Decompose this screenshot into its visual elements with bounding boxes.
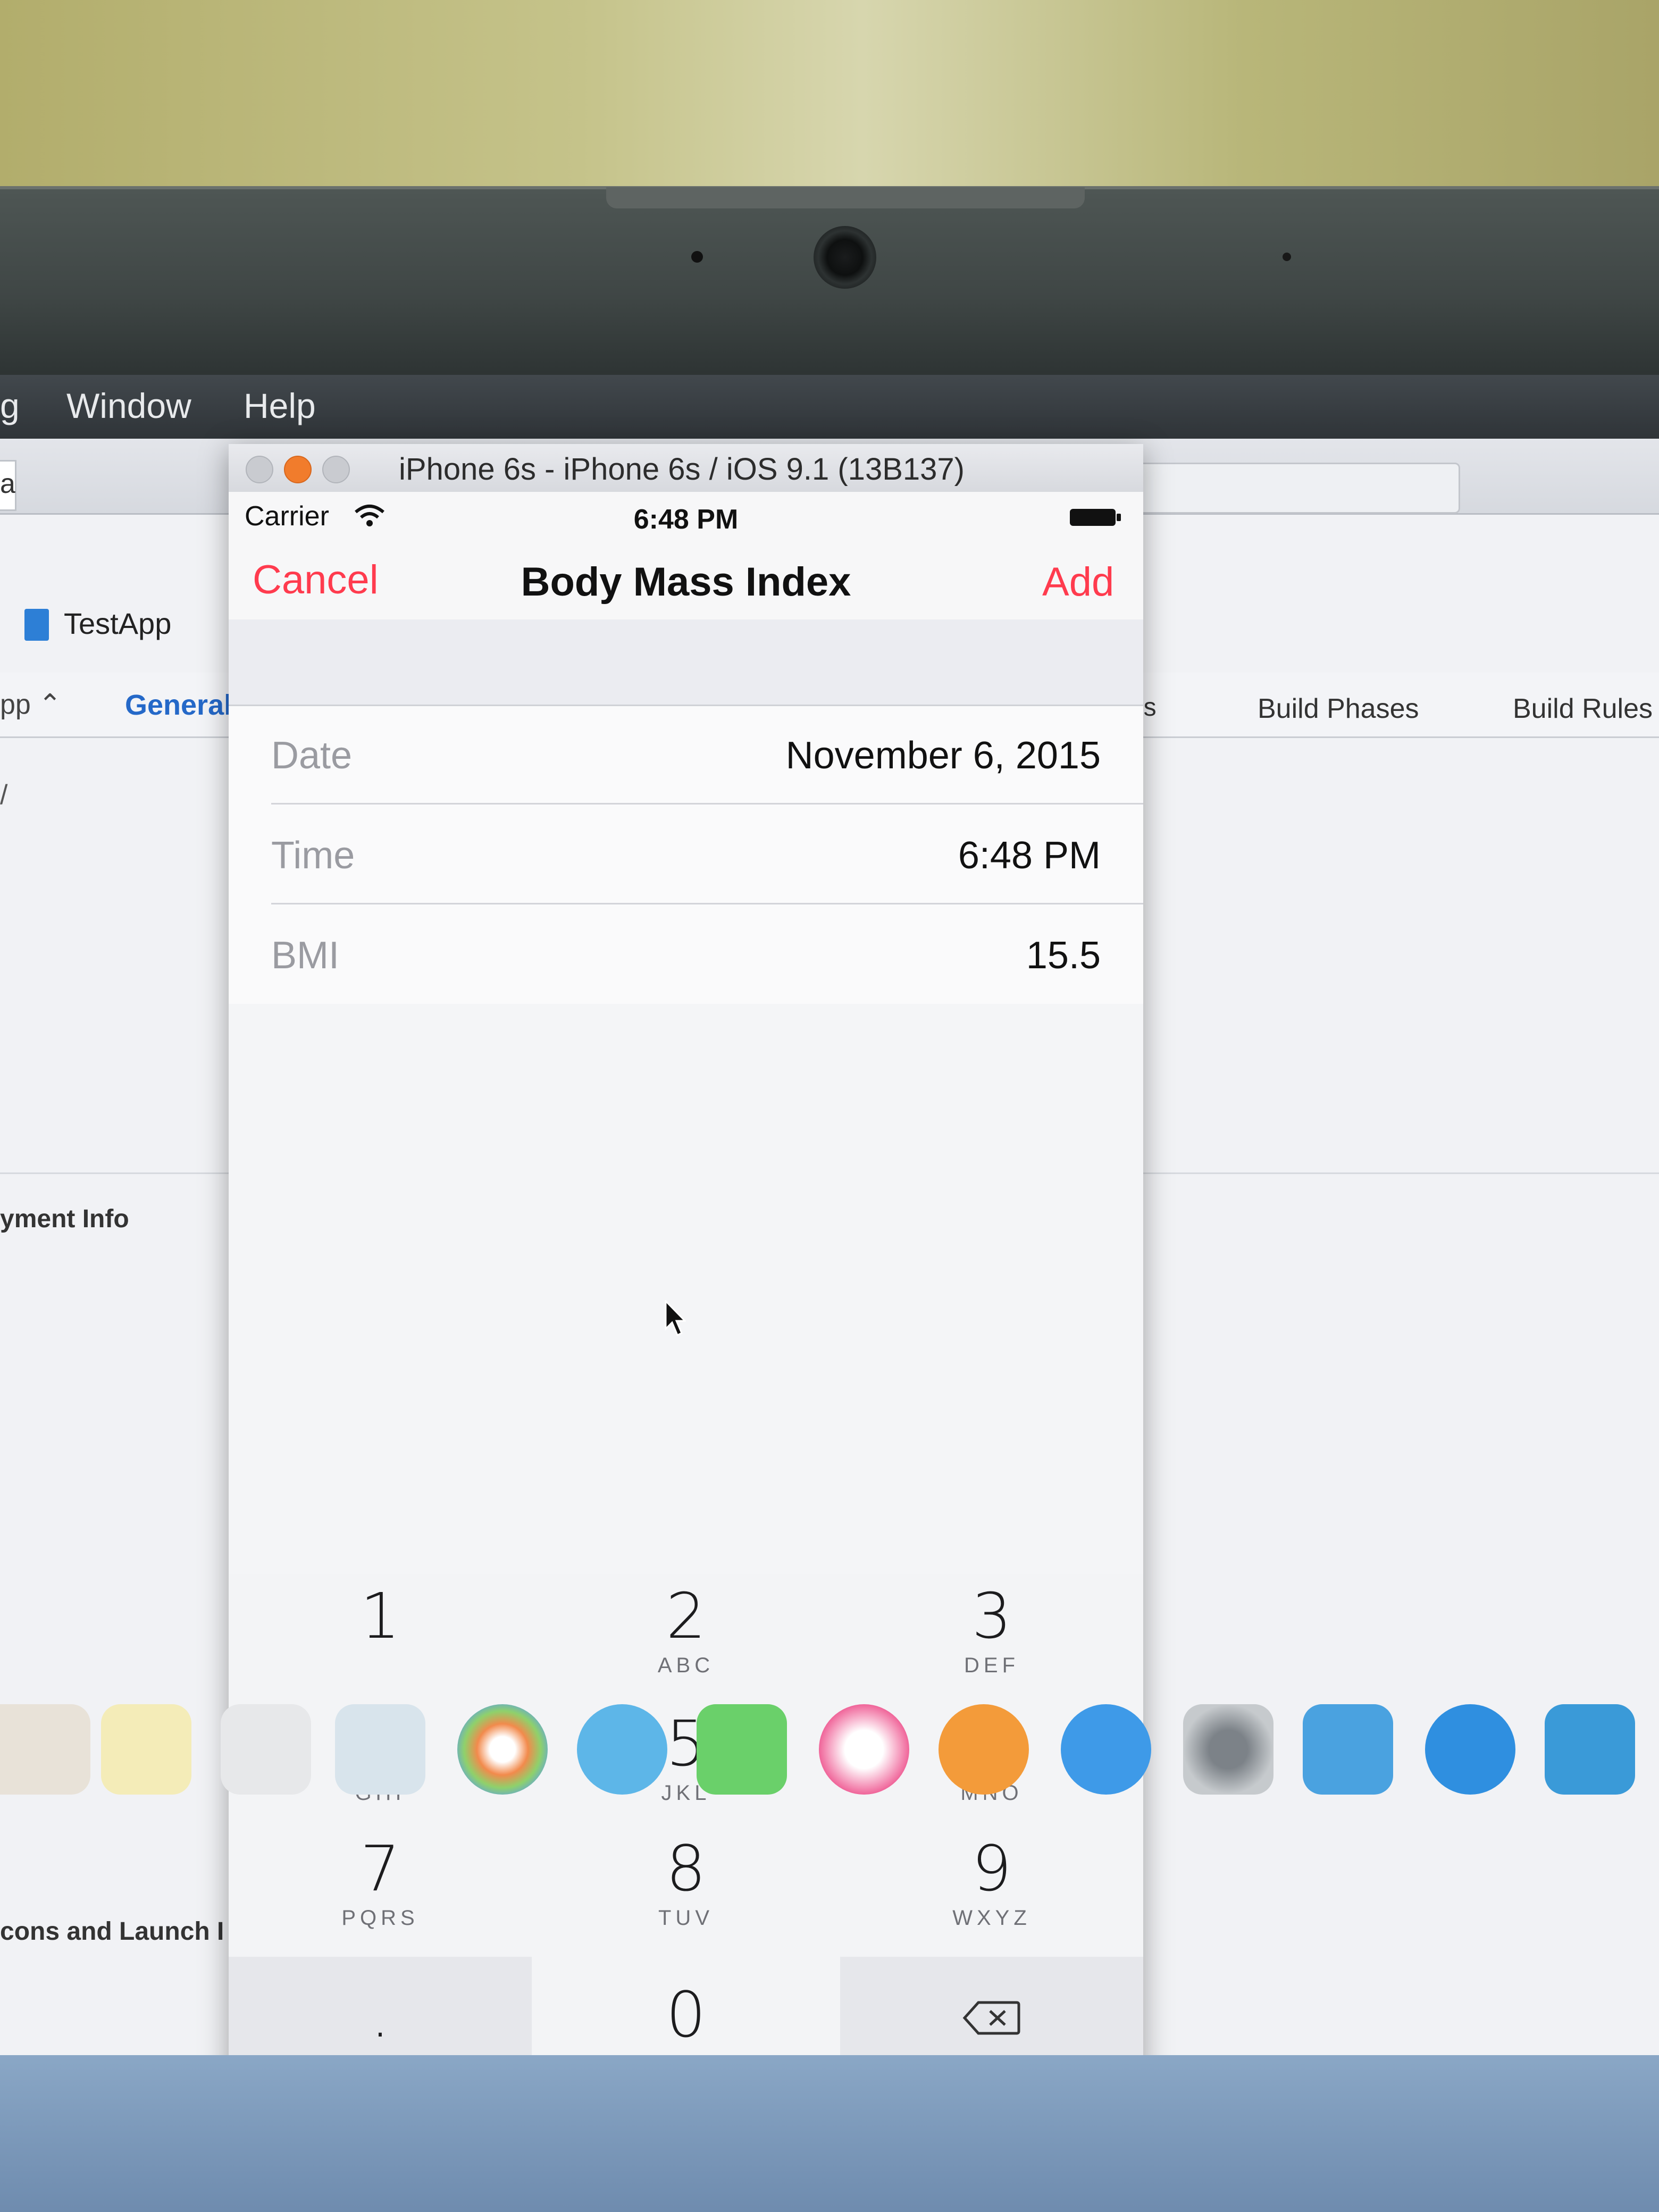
number-keypad: 1 2 ABC 3 DEF 4 GHI 5 JKL <box>229 1574 1143 2127</box>
activity-field <box>1133 463 1460 514</box>
itunes-icon[interactable] <box>819 1704 909 1795</box>
status-bar: Carrier 6:48 PM <box>229 492 1143 540</box>
menu-item-window[interactable]: Window <box>66 386 191 426</box>
messages-icon[interactable] <box>577 1704 667 1795</box>
entry-table: Date November 6, 2015 Time 6:48 PM BMI 1… <box>229 705 1143 1006</box>
bmi-row[interactable]: BMI 15.5 <box>229 906 1143 1004</box>
key-2[interactable]: 2 ABC <box>534 1574 837 1699</box>
time-value: 6:48 PM <box>958 834 1101 877</box>
key-digit: 0 <box>666 1978 706 2051</box>
key-7[interactable]: 7 PQRS <box>229 1826 532 1951</box>
tab-general[interactable]: General <box>125 689 232 722</box>
dock <box>0 2055 1659 2212</box>
key-letters: PQRS <box>341 1906 419 1930</box>
simulator-icon[interactable] <box>1545 1704 1635 1795</box>
key-3[interactable]: 3 DEF <box>840 1574 1143 1699</box>
menu-item-partial[interactable]: g <box>0 386 20 426</box>
reminders-icon[interactable] <box>221 1704 311 1795</box>
key-digit: 8 <box>666 1832 706 1905</box>
window-zoom-button[interactable] <box>322 456 350 483</box>
date-value: November 6, 2015 <box>785 734 1101 777</box>
date-label: Date <box>271 734 353 777</box>
page-title: Body Mass Index <box>521 559 851 605</box>
row-separator <box>271 803 1143 805</box>
row-separator <box>271 903 1143 904</box>
facetime-icon[interactable] <box>697 1704 787 1795</box>
simulator-window: iPhone 6s - iPhone 6s / iOS 9.1 (13B137)… <box>229 444 1143 2130</box>
camera-indicator <box>1283 253 1291 261</box>
laptop-bezel <box>0 186 1659 386</box>
key-letters: TUV <box>658 1906 714 1930</box>
simulator-title: iPhone 6s - iPhone 6s / iOS 9.1 (13B137) <box>399 452 965 487</box>
key-digit: 3 <box>971 1579 1012 1653</box>
key-digit: 2 <box>666 1579 706 1653</box>
tab-build-phases[interactable]: Build Phases <box>1258 693 1419 725</box>
wall-background <box>0 0 1659 197</box>
add-button[interactable]: Add <box>1042 559 1114 605</box>
key-digit: . <box>370 1978 390 2051</box>
window-minimize-button[interactable] <box>284 456 312 483</box>
key-9[interactable]: 9 WXYZ <box>840 1826 1143 1951</box>
window-close-button[interactable] <box>246 456 273 483</box>
tab-build-rules[interactable]: Build Rules <box>1513 693 1653 725</box>
scheme-selector-label: a <box>0 468 15 499</box>
key-1[interactable]: 1 <box>229 1574 532 1699</box>
ibooks-icon[interactable] <box>939 1704 1029 1795</box>
simulator-titlebar[interactable]: iPhone 6s - iPhone 6s / iOS 9.1 (13B137) <box>229 444 1143 493</box>
key-digit: 1 <box>360 1579 400 1653</box>
project-breadcrumb[interactable]: TestApp <box>64 606 171 641</box>
bmi-input[interactable]: 15.5 <box>1026 934 1101 977</box>
bmi-label: BMI <box>271 934 340 977</box>
webcam <box>814 226 876 289</box>
cursor-icon <box>665 1300 686 1337</box>
system-preferences-icon[interactable] <box>1183 1704 1273 1795</box>
key-letters: DEF <box>964 1654 1019 1677</box>
time-row[interactable]: Time 6:48 PM <box>229 806 1143 904</box>
calendar-icon[interactable] <box>0 1704 90 1795</box>
project-file-icon <box>24 609 49 641</box>
key-8[interactable]: 8 TUV <box>534 1826 837 1951</box>
app-store-icon[interactable] <box>1061 1704 1151 1795</box>
table-section-header <box>229 619 1143 705</box>
notes-icon[interactable] <box>101 1704 191 1795</box>
mac-screen: g Window Help a TestApp pp ⌃ General js … <box>0 375 1659 2212</box>
xcode-icon[interactable] <box>1303 1704 1393 1795</box>
preview-icon[interactable] <box>335 1704 425 1795</box>
target-selector[interactable]: pp ⌃ <box>0 689 62 720</box>
menu-item-help[interactable]: Help <box>244 386 316 426</box>
ambient-sensor <box>691 251 703 263</box>
ios-screen: Carrier 6:48 PM Cancel Body Mass Index A… <box>229 492 1143 2130</box>
navigation-bar: Cancel Body Mass Index Add <box>229 540 1143 621</box>
section-deployment-info[interactable]: yment Info <box>0 1204 129 1234</box>
key-letters: ABC <box>657 1654 715 1677</box>
menu-bar: g Window Help <box>0 375 1659 439</box>
disclosure-mark: / <box>0 780 8 810</box>
key-letters: WXYZ <box>952 1906 1031 1930</box>
xamarin-icon[interactable] <box>1425 1704 1515 1795</box>
section-app-icons[interactable]: cons and Launch I <box>0 1917 224 1946</box>
battery-icon <box>1070 509 1121 526</box>
photos-icon[interactable] <box>457 1704 548 1795</box>
time-label: Time <box>271 834 355 877</box>
key-digit: 9 <box>971 1832 1012 1905</box>
key-letters: JKL <box>661 1781 711 1805</box>
key-digit: 7 <box>360 1832 400 1905</box>
date-row[interactable]: Date November 6, 2015 <box>229 706 1143 805</box>
status-time: 6:48 PM <box>633 504 739 535</box>
bezel-notch <box>606 187 1085 208</box>
backspace-icon <box>962 2001 1020 2035</box>
